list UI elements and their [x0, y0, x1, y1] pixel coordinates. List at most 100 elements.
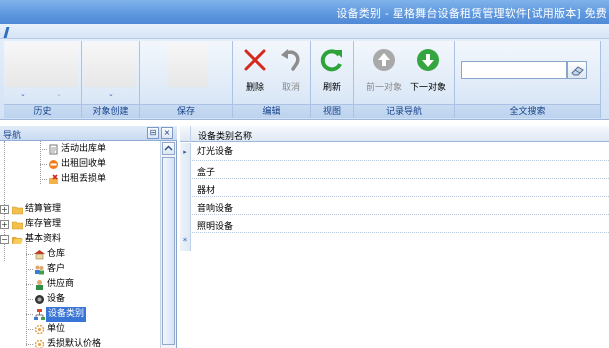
ribbon-group-label: 保存 — [140, 104, 232, 118]
equipment-icon — [35, 295, 44, 304]
equipment-category-grid: 设备类别名称 ▸ 灯光设备 盒子 器材 音响设备 照明设备 * — [180, 126, 609, 348]
ribbon-group-label: 记录导航 — [354, 104, 454, 118]
new-row[interactable]: * — [180, 233, 609, 251]
chevron-down-icon[interactable]: ⌄ — [20, 90, 26, 98]
return-icon — [49, 160, 58, 169]
tree-item-label: 活动出库单 — [61, 144, 107, 154]
tree-item-label: 出租丢损单 — [61, 174, 107, 184]
history-placeholder — [6, 43, 78, 87]
cancel-label: 取消 — [281, 83, 300, 93]
table-cell[interactable]: 照明设备 — [197, 219, 233, 232]
tree-item-label: 出租回收单 — [61, 159, 107, 169]
ribbon-group-label: 全文搜索 — [455, 104, 600, 118]
next-object-button[interactable]: 下一对象 — [410, 43, 446, 101]
navigation-panel: 导航 ⊟ × 活动出库单 出租回收单 出租丢损单 + 结算管理 + 库存管理 −… — [0, 126, 177, 348]
ribbon-group-view: 刷新 视图 — [311, 41, 354, 118]
current-row-indicator: ▸ — [180, 143, 191, 161]
save-placeholder — [167, 43, 207, 87]
ribbon-group-history: ⌄ ⌄ 历史 — [4, 41, 82, 118]
delete-button[interactable]: 删除 — [238, 43, 272, 101]
quick-access-toolbar — [0, 24, 609, 39]
tree-connector — [40, 179, 47, 180]
tree-item-label: 结算管理 — [25, 204, 62, 214]
refresh-icon — [320, 49, 342, 72]
scroll-thumb[interactable] — [162, 157, 175, 345]
unit-icon — [34, 324, 45, 335]
collapse-basic-data-toggle[interactable]: − — [0, 235, 9, 244]
table-row[interactable]: 音响设备 — [180, 197, 609, 215]
previous-object-button[interactable]: 前一对象 — [366, 43, 402, 101]
folder-open-icon — [12, 237, 23, 244]
ribbon-group-label: 对象创建 — [82, 104, 139, 118]
tree-connector — [40, 149, 47, 150]
refresh-button[interactable]: 刷新 — [315, 43, 349, 101]
grid-corner — [180, 126, 191, 142]
ribbon-group-label: 编辑 — [233, 104, 310, 118]
delete-icon — [244, 49, 266, 71]
folder-icon — [12, 221, 23, 230]
table-row[interactable]: 器材 — [180, 179, 609, 197]
tree-item-label: 设备类别 — [46, 307, 87, 322]
table-row[interactable]: ▸ 灯光设备 — [180, 143, 609, 161]
ribbon: ⌄ ⌄ 历史 ⌄ 对象创建 保存 删除 取消 编辑 刷新 视图 前一对象 下一对… — [0, 39, 609, 120]
supplier-icon — [36, 280, 43, 290]
arrow-up-icon — [373, 49, 395, 71]
navigation-title: 导航 — [3, 131, 22, 141]
arrow-down-icon — [417, 49, 439, 71]
row-indicator — [180, 179, 191, 197]
ribbon-group-edit: 删除 取消 编辑 — [233, 41, 311, 118]
tree-item-label: 库存管理 — [25, 219, 62, 229]
folder-icon — [12, 206, 23, 215]
price-icon — [34, 339, 45, 348]
ribbon-group-label: 历史 — [4, 104, 81, 118]
customers-icon — [35, 265, 44, 275]
tree-connector — [26, 269, 33, 270]
eraser-icon — [571, 66, 584, 76]
pin-icon[interactable]: ⊟ — [147, 127, 159, 139]
table-row[interactable]: 照明设备 — [180, 215, 609, 233]
window-title: 设备类别 - 星格舞台设备租赁管理软件[试用版本] 免费 — [336, 7, 607, 20]
table-cell[interactable]: 音响设备 — [197, 201, 233, 214]
tree-item-label: 客户 — [47, 264, 66, 274]
tree-connector — [26, 299, 33, 300]
damage-icon — [49, 174, 58, 184]
table-row[interactable]: 盒子 — [180, 161, 609, 179]
navigation-scrollbar[interactable] — [160, 141, 176, 348]
tree-connector — [26, 329, 33, 330]
ribbon-group-record-nav: 前一对象 下一对象 记录导航 — [354, 41, 455, 118]
tree-connector — [26, 254, 33, 255]
previous-object-label: 前一对象 — [365, 83, 402, 93]
table-cell[interactable]: 盒子 — [197, 165, 215, 178]
search-button[interactable] — [567, 61, 587, 79]
close-icon[interactable]: × — [161, 127, 173, 139]
expand-settlement-toggle[interactable]: + — [0, 205, 9, 214]
ribbon-group-fulltext-search: 全文搜索 — [455, 41, 601, 118]
tree-item-label: 基本资料 — [25, 234, 62, 244]
navigation-tree: 活动出库单 出租回收单 出租丢损单 + 结算管理 + 库存管理 − 基本资料 仓… — [0, 141, 160, 348]
tree-item-label: 仓库 — [47, 249, 66, 259]
scroll-up-button[interactable] — [162, 142, 175, 155]
tree-connector — [26, 284, 33, 285]
tree-item-label: 供应商 — [47, 279, 75, 289]
refresh-label: 刷新 — [322, 83, 341, 93]
app-grip-icon — [3, 27, 10, 38]
undo-icon — [281, 49, 300, 71]
chevron-down-icon[interactable]: ⌄ — [108, 90, 114, 98]
row-indicator — [180, 215, 191, 233]
warehouse-icon — [34, 250, 45, 260]
tree-item-label: 单位 — [47, 324, 66, 334]
ribbon-group-create: ⌄ 对象创建 — [82, 41, 140, 118]
expand-inventory-toggle[interactable]: + — [0, 220, 9, 229]
table-cell[interactable]: 器材 — [197, 183, 215, 196]
cancel-button[interactable]: 取消 — [274, 43, 308, 101]
column-header-category-name[interactable]: 设备类别名称 — [198, 129, 252, 142]
row-indicator — [180, 197, 191, 215]
chevron-down-icon[interactable]: ⌄ — [56, 90, 62, 98]
chevron-up-icon — [164, 145, 173, 151]
tree-connector — [40, 164, 47, 165]
next-object-label: 下一对象 — [409, 83, 446, 93]
ribbon-group-save: 保存 — [140, 41, 233, 118]
tree-connector — [26, 344, 33, 345]
search-input[interactable] — [461, 61, 567, 79]
table-cell[interactable]: 灯光设备 — [197, 144, 233, 157]
